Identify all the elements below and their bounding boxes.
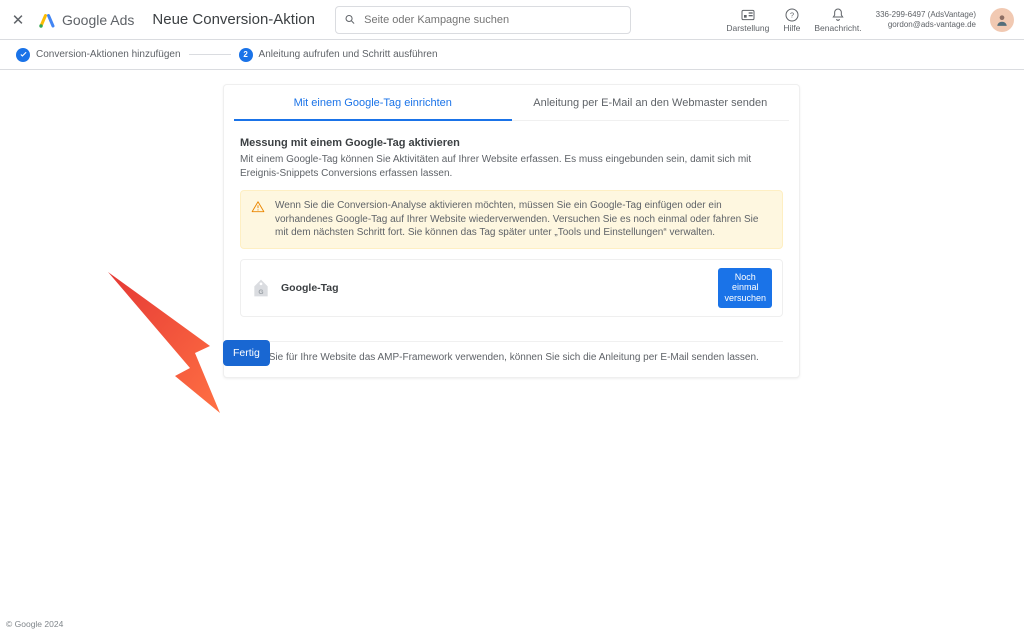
- copyright: © Google 2024: [6, 620, 63, 630]
- tag-icon: G: [251, 276, 271, 300]
- google-tag-row: G Google-Tag Noch einmal versuchen: [240, 259, 783, 317]
- google-ads-logo[interactable]: Google Ads: [38, 11, 134, 29]
- svg-text:?: ?: [790, 10, 794, 19]
- page-title: Neue Conversion-Aktion: [152, 11, 315, 28]
- stepper: Conversion-Aktionen hinzufügen 2 Anleitu…: [0, 40, 1024, 70]
- step-2: 2 Anleitung aufrufen und Schritt ausführ…: [239, 48, 438, 62]
- avatar-icon: [995, 13, 1009, 27]
- warning-alert: Wenn Sie die Conversion-Analyse aktivier…: [240, 190, 783, 249]
- card-intro: Mit einem Google-Tag können Sie Aktivitä…: [240, 153, 783, 180]
- top-bar: ✕ Google Ads Neue Conversion-Aktion Dars…: [0, 0, 1024, 40]
- search-input[interactable]: [362, 13, 622, 27]
- step-2-number: 2: [239, 48, 253, 62]
- check-icon: [16, 48, 30, 62]
- tabs: Mit einem Google-Tag einrichten Anleitun…: [234, 85, 789, 121]
- step-1[interactable]: Conversion-Aktionen hinzufügen: [16, 48, 181, 62]
- card-heading: Messung mit einem Google-Tag aktivieren: [240, 137, 783, 149]
- search-icon: [344, 13, 356, 26]
- tab-email-webmaster[interactable]: Anleitung per E-Mail an den Webmaster se…: [512, 85, 790, 120]
- tag-name: Google-Tag: [281, 282, 339, 294]
- help-icon: ?: [784, 7, 800, 23]
- notifications-button[interactable]: Benachricht.: [814, 7, 861, 33]
- step-connector: [189, 54, 231, 55]
- warning-text: Wenn Sie die Conversion-Analyse aktivier…: [275, 199, 772, 240]
- amp-footer-note: Wenn Sie für Ihre Website das AMP-Framew…: [240, 341, 783, 363]
- account-info[interactable]: 336-299-6497 (AdsVantage) gordon@ads-van…: [876, 10, 976, 28]
- search-box[interactable]: [335, 6, 631, 34]
- product-name: Google Ads: [62, 12, 134, 28]
- warning-icon: [251, 200, 265, 214]
- appearance-button[interactable]: Darstellung: [726, 7, 769, 33]
- avatar[interactable]: [990, 8, 1014, 32]
- retry-button[interactable]: Noch einmal versuchen: [718, 268, 772, 308]
- ads-logo-icon: [38, 11, 56, 29]
- content-area: Mit einem Google-Tag einrichten Anleitun…: [0, 70, 1024, 629]
- bell-icon: [830, 7, 846, 23]
- appearance-icon: [740, 7, 756, 23]
- setup-card: Mit einem Google-Tag einrichten Anleitun…: [223, 84, 800, 378]
- svg-text:G: G: [258, 289, 263, 296]
- pointer-arrow: [100, 258, 240, 428]
- tab-google-tag[interactable]: Mit einem Google-Tag einrichten: [234, 85, 512, 121]
- close-icon[interactable]: ✕: [10, 11, 26, 29]
- help-button[interactable]: ? Hilfe: [783, 7, 800, 33]
- done-button[interactable]: Fertig: [223, 340, 270, 366]
